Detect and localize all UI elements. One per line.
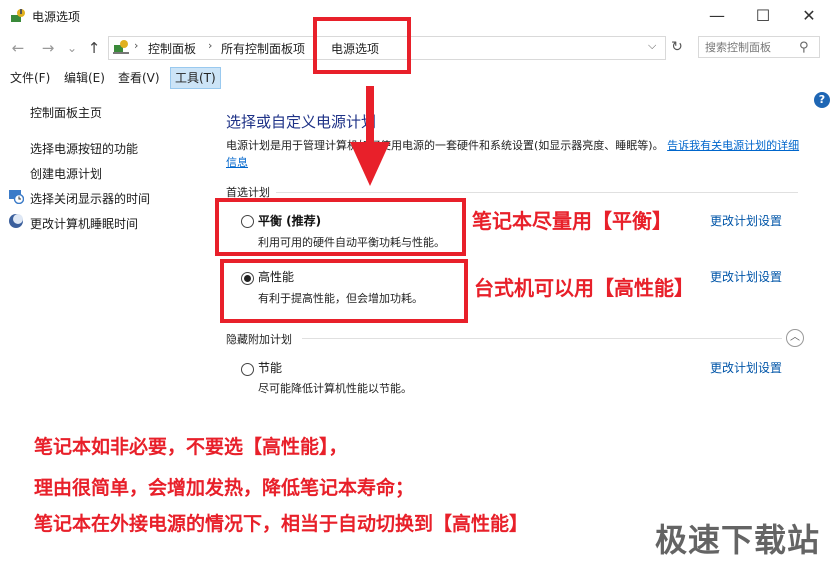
radio-power-saver[interactable] (241, 363, 254, 376)
callout-high-performance: 台式机可以用【高性能】 (474, 276, 694, 300)
highlight-box-balanced (215, 198, 466, 256)
up-arrow-icon[interactable]: ↑ (84, 38, 104, 58)
note-line-3: 笔记本在外接电源的情况下，相当于自动切换到【高性能】 (34, 513, 529, 535)
breadcrumb-control-panel[interactable]: 控制面板 (148, 40, 196, 57)
forward-arrow-icon[interactable]: → (38, 38, 58, 58)
section-divider (276, 192, 798, 193)
sidebar-create-plan-link[interactable]: 创建电源计划 (30, 165, 102, 182)
menu-view[interactable]: 查看(V) (114, 68, 164, 88)
control-panel-icon (113, 40, 129, 54)
search-icon[interactable]: ⚲ (799, 40, 809, 55)
refresh-icon[interactable]: ↻ (668, 37, 686, 57)
maximize-button[interactable]: ☐ (740, 0, 786, 30)
change-plan-link-balanced[interactable]: 更改计划设置 (710, 212, 782, 229)
plan-name-power-saver[interactable]: 节能 (258, 359, 282, 376)
minimize-button[interactable]: — (694, 0, 740, 30)
menu-edit[interactable]: 编辑(E) (60, 68, 109, 88)
help-icon[interactable]: ? (814, 92, 830, 108)
sidebar-control-panel-home[interactable]: 控制面板主页 (30, 104, 102, 121)
highlight-box-high-performance (220, 259, 468, 323)
window-title: 电源选项 (32, 10, 81, 24)
highlight-box-breadcrumb (313, 17, 411, 74)
breadcrumb-separator-icon[interactable]: › (208, 39, 212, 52)
menu-file[interactable]: 文件(F) (6, 68, 54, 88)
note-line-2: 理由很简单，会增加发热，降低笔记本寿命； (34, 477, 415, 499)
back-arrow-icon[interactable]: ← (8, 38, 28, 58)
address-dropdown-icon[interactable]: ⌵ (648, 39, 656, 53)
sidebar-power-button-link[interactable]: 选择电源按钮的功能 (30, 140, 138, 157)
moon-icon (9, 214, 23, 228)
close-button[interactable]: ✕ (786, 0, 832, 30)
sidebar-display-off-link[interactable]: 选择关闭显示器的时间 (30, 190, 150, 207)
red-down-arrow-icon (350, 86, 390, 186)
change-plan-link-power-saver[interactable]: 更改计划设置 (710, 359, 782, 376)
callout-balanced: 笔记本尽量用【平衡】 (472, 209, 672, 233)
collapse-chevron-icon[interactable]: ︿ (786, 329, 804, 347)
watermark: 极速下载站 (655, 521, 821, 559)
plan-desc-power-saver: 尽可能降低计算机性能以节能。 (258, 382, 412, 395)
description-text: 电源计划是用于管理计算机如何使用电源的一套硬件和系统设置(如显示器亮度、睡眠等)… (226, 139, 664, 152)
breadcrumb-all-items[interactable]: 所有控制面板项 (221, 40, 305, 57)
hidden-plans-label: 隐藏附加计划 (226, 333, 292, 346)
section-divider (302, 338, 782, 339)
menu-tools[interactable]: 工具(T) (170, 67, 221, 89)
change-plan-link-high-performance[interactable]: 更改计划设置 (710, 268, 782, 285)
recent-locations-icon[interactable]: ⌄ (62, 38, 82, 58)
power-options-icon (11, 9, 25, 22)
breadcrumb-separator-icon[interactable]: › (134, 39, 138, 52)
page-description: 电源计划是用于管理计算机如何使用电源的一套硬件和系统设置(如显示器亮度、睡眠等)… (226, 137, 806, 171)
monitor-clock-icon (9, 190, 24, 204)
sidebar-sleep-time-link[interactable]: 更改计算机睡眠时间 (30, 215, 138, 232)
note-line-1: 笔记本如非必要，不要选【高性能】， (34, 436, 348, 458)
